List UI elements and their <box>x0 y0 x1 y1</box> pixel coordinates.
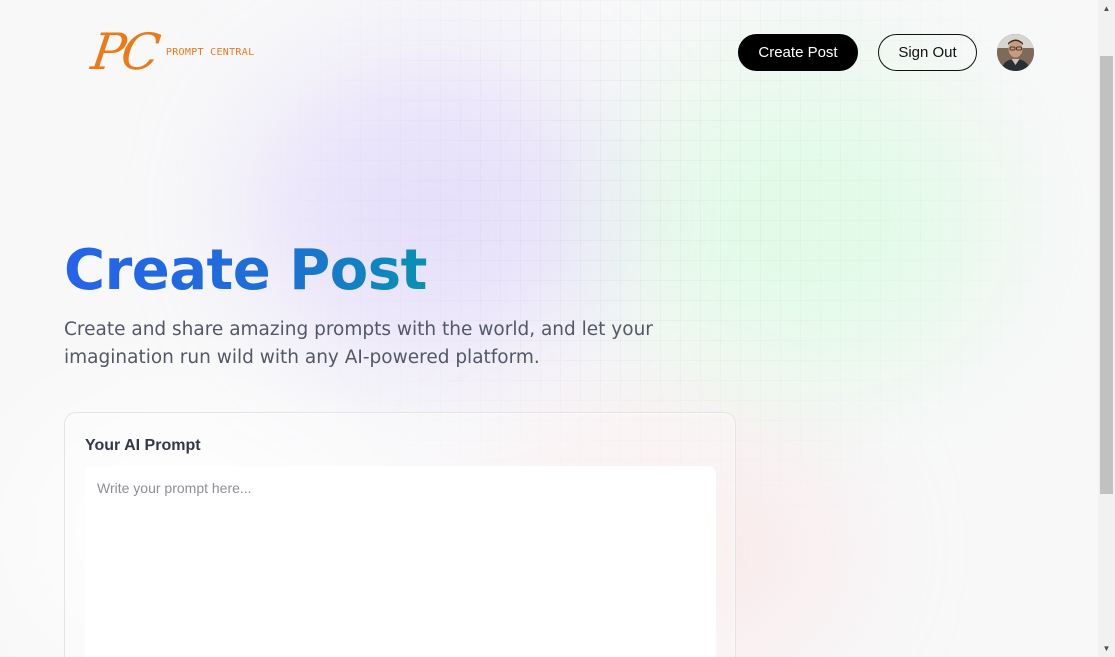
create-post-button[interactable]: Create Post <box>738 34 858 71</box>
logo-text: PROMPT CENTRAL <box>165 46 255 58</box>
page: PC PROMPT CENTRAL Create Post Sign Out C… <box>0 0 1115 657</box>
page-title: Create Post <box>64 236 427 306</box>
top-nav: PC PROMPT CENTRAL Create Post Sign Out <box>64 22 1034 84</box>
page-subtitle: Create and share amazing prompts with th… <box>64 319 653 368</box>
scroll-down-arrow-icon[interactable]: ▼ <box>1098 640 1115 657</box>
logo-mark: PC <box>87 23 160 81</box>
vertical-scrollbar[interactable]: ▲ ▼ <box>1098 0 1115 657</box>
logo-link[interactable]: PC PROMPT CENTRAL <box>88 22 255 82</box>
background-glow-purple <box>250 60 610 360</box>
sign-out-button[interactable]: Sign Out <box>878 34 977 71</box>
create-post-form: Your AI Prompt <box>64 412 736 657</box>
prompt-label: Your AI Prompt <box>85 437 201 454</box>
scroll-up-arrow-icon[interactable]: ▲ <box>1098 0 1115 17</box>
page-background: PC PROMPT CENTRAL Create Post Sign Out C… <box>0 0 1098 657</box>
user-avatar-icon <box>997 34 1034 71</box>
avatar[interactable] <box>997 34 1034 71</box>
scrollbar-thumb[interactable] <box>1100 56 1113 494</box>
prompt-textarea[interactable] <box>85 466 716 657</box>
